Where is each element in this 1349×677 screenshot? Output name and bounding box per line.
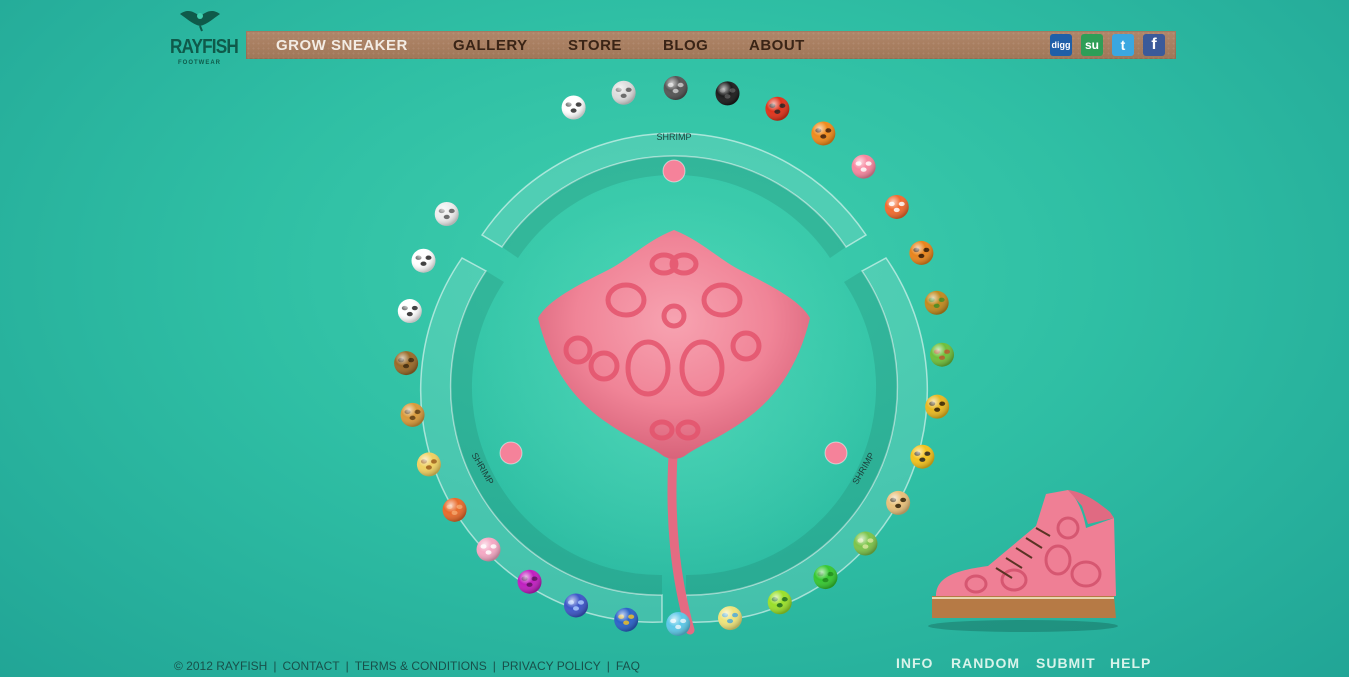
ring-label-top: SHRIMP	[656, 132, 691, 142]
digg-icon[interactable]: digg	[1050, 34, 1072, 56]
nav-store[interactable]: STORE	[568, 37, 622, 54]
pattern-ball-snake-grey[interactable]	[611, 80, 636, 105]
pattern-ball-blue-yellow-stripe[interactable]	[614, 607, 639, 632]
help-button[interactable]: HELP	[1110, 655, 1151, 671]
pattern-ball-leopard-yellow[interactable]	[925, 394, 950, 419]
pattern-ball-cow-large[interactable]	[411, 248, 436, 273]
pattern-ball-green-moss[interactable]	[929, 342, 954, 367]
sneaker-preview	[928, 490, 1118, 632]
pattern-ball-tiger-orange[interactable]	[811, 121, 836, 146]
footer-links: © 2012 RAYFISH | CONTACT | TERMS & CONDITION…	[174, 659, 640, 673]
pattern-ball-orange-stripe[interactable]	[884, 194, 909, 219]
nav-blog[interactable]: BLOG	[663, 37, 708, 54]
pattern-ball-leopard[interactable]	[886, 490, 911, 515]
pattern-ball-giraffe-yellow[interactable]	[416, 452, 441, 477]
sneaker-grow-dial: SHRIMP SHRIMP SHRIMP	[394, 76, 954, 636]
pattern-ball-purple-glossy[interactable]	[517, 569, 542, 594]
pattern-ball-wasp-stripe[interactable]	[910, 444, 935, 469]
pattern-ball-green-glossy[interactable]	[813, 565, 838, 590]
pattern-ball-green-circuit[interactable]	[767, 590, 792, 615]
nav-about[interactable]: ABOUT	[749, 37, 805, 54]
pattern-ball-yellow-stripe[interactable]	[718, 606, 743, 631]
pattern-ball-brown-dots[interactable]	[394, 351, 419, 376]
submit-button[interactable]: SUBMIT	[1036, 655, 1096, 671]
pattern-ball-green-giraffe[interactable]	[924, 290, 949, 315]
rayfish-page: RAYFISH FOOTWEAR GROW SNEAKER GALLERY ST…	[0, 0, 1349, 677]
selected-left-ball[interactable]	[499, 441, 523, 465]
selected-right-ball[interactable]	[824, 441, 848, 465]
pattern-ball-pink-floral[interactable]	[476, 537, 501, 562]
pattern-ball-pink-dots[interactable]	[851, 154, 876, 179]
random-button[interactable]: RANDOM	[951, 655, 1020, 671]
footer-copyright: © 2012 RAYFISH	[174, 659, 268, 673]
selected-top-ball[interactable]	[662, 159, 686, 183]
nav-gallery[interactable]: GALLERY	[453, 37, 528, 54]
pattern-ball-zebra-grey[interactable]	[434, 201, 459, 226]
footer-terms-link[interactable]: TERMS & CONDITIONS	[355, 659, 487, 673]
pattern-ball-green-scale[interactable]	[853, 531, 878, 556]
pattern-ball-orange-scale[interactable]	[442, 497, 467, 522]
pattern-ball-red-spot[interactable]	[765, 96, 790, 121]
footer-contact-link[interactable]: CONTACT	[282, 659, 339, 673]
pattern-ball-tiger-dark[interactable]	[909, 240, 934, 265]
nav-grow-sneaker[interactable]: GROW SNEAKER	[276, 37, 408, 54]
pattern-ball-cyan-bubble[interactable]	[666, 611, 691, 636]
footer-privacy-link[interactable]: PRIVACY POLICY	[502, 659, 601, 673]
pattern-ball-zebra[interactable]	[561, 95, 586, 120]
info-button[interactable]: INFO	[896, 655, 933, 671]
pattern-ball-black-stripe[interactable]	[715, 81, 740, 106]
pattern-ball-cow[interactable]	[397, 299, 422, 324]
twitter-icon[interactable]: t	[1112, 34, 1134, 56]
footer-faq-link[interactable]: FAQ	[616, 659, 640, 673]
pattern-ball-giraffe-brown[interactable]	[400, 402, 425, 427]
pattern-ball-blue-starry[interactable]	[564, 593, 589, 618]
pattern-ball-marble-dark[interactable]	[663, 76, 688, 101]
stumbleupon-icon[interactable]: su	[1081, 34, 1103, 56]
facebook-icon[interactable]: f	[1143, 34, 1165, 56]
